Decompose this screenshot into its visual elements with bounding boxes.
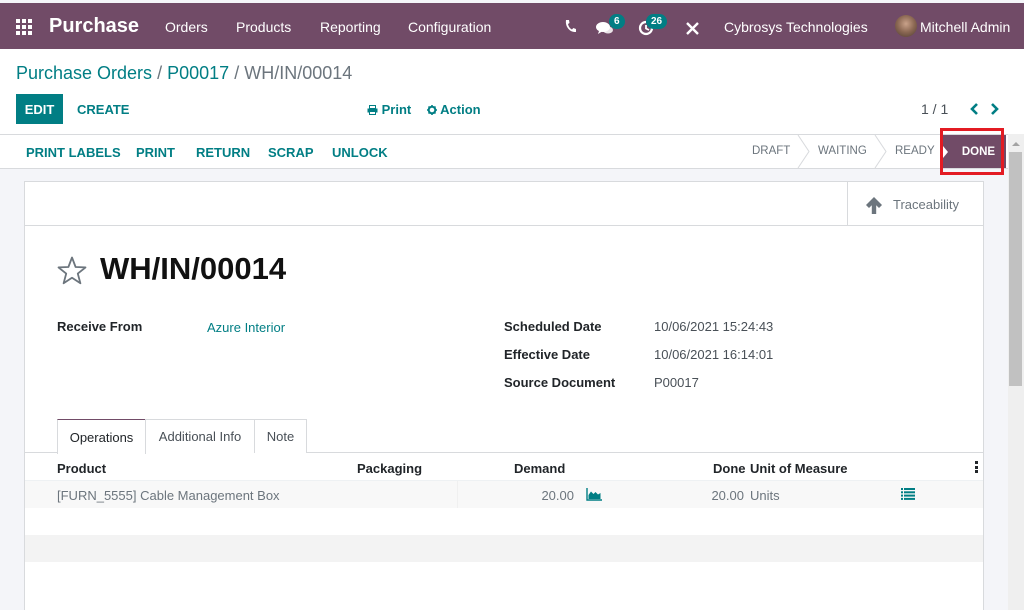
breadcrumb-current: WH/IN/00014: [244, 63, 353, 83]
form-sheet: Traceability WH/IN/00014 Receive From Az…: [24, 181, 984, 610]
record-title: WH/IN/00014: [100, 251, 287, 286]
action-dropdown[interactable]: Action: [427, 102, 481, 117]
stage-separator: [797, 135, 810, 168]
stage-ready: READY: [895, 145, 935, 157]
breadcrumb-purchase-orders[interactable]: Purchase Orders: [16, 63, 152, 83]
arrow-up-icon: [866, 197, 882, 214]
table-row[interactable]: [FURN_5555] Cable Management Box 20.00 2…: [25, 481, 983, 508]
notebook-tabs: Operations Additional Info Note: [25, 419, 983, 454]
scrap-button[interactable]: SCRAP: [268, 145, 314, 160]
breadcrumb-p00017[interactable]: P00017: [167, 63, 229, 83]
pager-previous-icon[interactable]: [969, 103, 979, 115]
print-dropdown[interactable]: Print: [367, 102, 411, 117]
activities-count-badge: 26: [646, 14, 668, 29]
app-name[interactable]: Purchase: [49, 15, 139, 38]
control-panel: Purchase Orders / P00017 / WH/IN/00014 E…: [0, 49, 1024, 134]
column-header-unit-of-measure[interactable]: Unit of Measure: [750, 461, 848, 476]
cell-done: 20.00: [711, 488, 744, 503]
tab-operations[interactable]: Operations: [57, 419, 146, 454]
tab-note[interactable]: Note: [254, 419, 307, 453]
cell-demand: 20.00: [541, 488, 574, 503]
gear-icon: [427, 105, 437, 115]
cell-unit-of-measure: Units: [750, 488, 780, 503]
scroll-thumb[interactable]: [1009, 152, 1022, 386]
scroll-up-arrow-icon[interactable]: [1012, 142, 1020, 146]
stage-separator: [874, 135, 887, 168]
user-menu[interactable]: Mitchell Admin: [920, 19, 1010, 35]
company-switcher[interactable]: Cybrosys Technologies: [724, 19, 868, 35]
receive-from-value[interactable]: Azure Interior: [207, 320, 285, 335]
receive-from-label: Receive From: [57, 319, 143, 334]
favorite-star-icon[interactable]: [56, 255, 88, 287]
column-header-demand[interactable]: Demand: [514, 461, 565, 476]
source-document-label: Source Document: [504, 375, 616, 390]
annotation-highlight-box: [940, 128, 1004, 175]
print-label: Print: [381, 102, 412, 117]
column-header-packaging[interactable]: Packaging: [357, 461, 422, 476]
traceability-label: Traceability: [893, 197, 959, 212]
print-button[interactable]: PRINT: [136, 145, 175, 160]
scheduled-date-label: Scheduled Date: [504, 319, 602, 334]
optional-columns-kebab-icon[interactable]: [975, 461, 978, 473]
stage-waiting: WAITING: [818, 145, 867, 157]
column-header-done[interactable]: Done: [713, 461, 746, 476]
scheduled-date-value: 10/06/2021 15:24:43: [654, 319, 774, 334]
source-document-value: P00017: [654, 375, 699, 390]
unlock-button[interactable]: UNLOCK: [332, 145, 388, 160]
effective-date-value: 10/06/2021 16:14:01: [654, 347, 774, 362]
smart-button-box: Traceability: [25, 182, 983, 226]
page-scrollbar[interactable]: [1008, 134, 1024, 610]
return-button[interactable]: RETURN: [196, 145, 250, 160]
user-avatar[interactable]: [895, 15, 917, 37]
forecast-area-chart-icon[interactable]: [586, 488, 602, 501]
pager-next-icon[interactable]: [990, 103, 1000, 115]
table-empty-row: [25, 535, 983, 562]
create-button[interactable]: CREATE: [77, 102, 129, 117]
apps-grid-icon[interactable]: [16, 19, 32, 35]
breadcrumb: Purchase Orders / P00017 / WH/IN/00014: [16, 63, 352, 84]
action-label: Action: [440, 102, 481, 117]
menu-reporting[interactable]: Reporting: [320, 19, 381, 35]
debug-tools-icon[interactable]: [686, 22, 699, 35]
breadcrumb-separator: /: [157, 63, 163, 83]
column-header-product[interactable]: Product: [57, 461, 106, 476]
menu-products[interactable]: Products: [236, 19, 291, 35]
effective-date-label: Effective Date: [504, 347, 590, 362]
menu-orders[interactable]: Orders: [165, 19, 208, 35]
statusbar: PRINT LABELS PRINT RETURN SCRAP UNLOCK D…: [0, 134, 1008, 169]
breadcrumb-separator: /: [234, 63, 240, 83]
cell-divider: [457, 481, 458, 508]
printer-icon: [367, 105, 378, 115]
pager-value[interactable]: 1 / 1: [921, 101, 948, 117]
top-navbar: Purchase Orders Products Reporting Confi…: [0, 3, 1024, 49]
tab-additional-info[interactable]: Additional Info: [145, 419, 255, 453]
messages-count-badge: 6: [609, 14, 625, 29]
edit-button[interactable]: EDIT: [16, 94, 63, 124]
stage-draft: DRAFT: [752, 145, 791, 157]
cell-product: [FURN_5555] Cable Management Box: [57, 488, 280, 503]
phone-icon[interactable]: [564, 19, 576, 33]
print-labels-button[interactable]: PRINT LABELS: [26, 145, 121, 160]
detailed-operations-list-icon[interactable]: [901, 488, 915, 500]
menu-configuration[interactable]: Configuration: [408, 19, 491, 35]
traceability-button[interactable]: Traceability: [847, 182, 983, 225]
